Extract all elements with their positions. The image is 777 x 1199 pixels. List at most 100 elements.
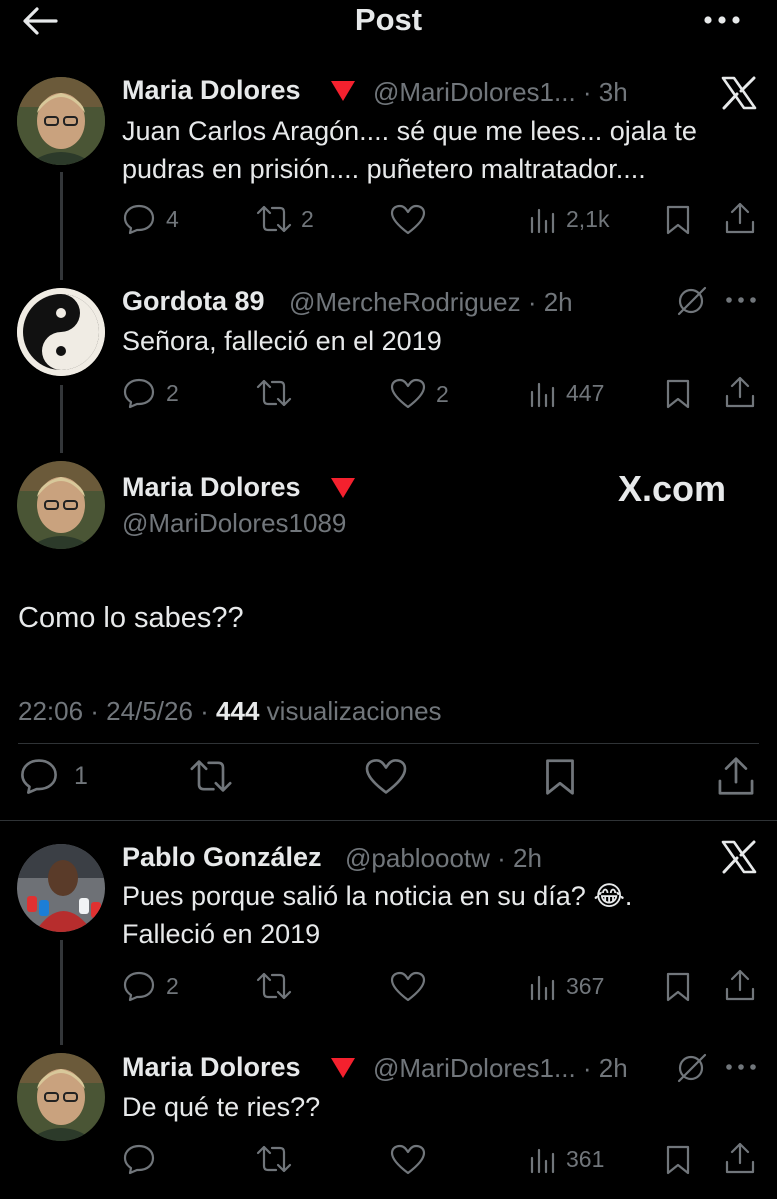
reply-count: 2 xyxy=(166,379,179,406)
share-icon xyxy=(718,757,754,795)
retweet-button[interactable] xyxy=(255,378,301,408)
bookmark-icon xyxy=(666,1145,690,1175)
bookmark-button[interactable] xyxy=(542,757,578,797)
more-horizontal-icon xyxy=(726,1064,756,1070)
like-button[interactable] xyxy=(390,1144,436,1176)
retweet-button[interactable] xyxy=(188,758,234,794)
retweet-button[interactable]: 2 xyxy=(255,204,314,234)
more-options-button[interactable] xyxy=(724,294,758,306)
watermark: X.com xyxy=(618,468,727,509)
tweet-text-line: Juan Carlos Aragón.... sé que me lees...… xyxy=(122,116,697,146)
reply-button[interactable]: 4 xyxy=(122,203,179,235)
reply-icon xyxy=(123,1144,155,1175)
thread-line xyxy=(60,172,63,280)
divider xyxy=(0,820,777,821)
views-count: 2,1k xyxy=(566,205,610,232)
views-count: 447 xyxy=(566,379,605,406)
author-handle[interactable]: @MariDolores1... · 3h xyxy=(373,77,628,108)
avatar-photo-icon xyxy=(17,77,105,165)
tweet-text-line: pudras en prisión.... puñetero maltratad… xyxy=(122,154,646,184)
views-button[interactable]: 447 xyxy=(528,378,604,408)
tweet-meta: 22:06 · 24/5/26 · 444 visualizaciones xyxy=(18,696,442,727)
reply-icon xyxy=(123,378,155,409)
avatar[interactable] xyxy=(17,288,105,376)
retweet-count: 2 xyxy=(301,205,314,232)
reply-button[interactable] xyxy=(122,1143,166,1175)
grok-icon[interactable] xyxy=(674,285,708,317)
more-horizontal-icon xyxy=(726,297,756,303)
author-name[interactable]: Gordota 89 xyxy=(122,286,265,317)
grok-icon[interactable] xyxy=(674,1052,708,1084)
bookmark-icon xyxy=(666,972,690,1002)
author-handle[interactable]: @pabloootw · 2h xyxy=(345,843,542,874)
author-name[interactable]: Maria Dolores xyxy=(122,472,301,503)
author-handle[interactable]: @MariDolores1089 xyxy=(122,508,346,539)
parody-badge-icon xyxy=(330,477,356,499)
page-title: Post xyxy=(354,2,423,37)
x-logo-icon xyxy=(721,840,757,874)
like-count: 2 xyxy=(436,380,449,407)
bookmark-button[interactable] xyxy=(664,378,692,410)
avatar[interactable] xyxy=(17,1053,105,1141)
share-icon xyxy=(725,969,755,1001)
tweet-text: Como lo sabes?? xyxy=(18,602,244,634)
views-button[interactable]: 2,1k xyxy=(528,204,609,234)
avatar-photo-icon xyxy=(17,844,105,932)
views-chart-icon xyxy=(530,975,555,1001)
share-button[interactable] xyxy=(724,375,756,409)
author-handle[interactable]: @MariDolores1... · 2h xyxy=(373,1053,628,1084)
avatar[interactable] xyxy=(17,844,105,932)
share-icon xyxy=(725,376,755,408)
views-chart-icon xyxy=(530,208,555,234)
bookmark-button[interactable] xyxy=(664,204,692,236)
reply-count: 4 xyxy=(166,205,179,232)
timestamp[interactable]: 22:06 · 24/5/26 · xyxy=(18,696,209,726)
reply-icon xyxy=(123,971,155,1002)
author-handle[interactable]: @MercheRodriguez · 2h xyxy=(289,287,573,318)
views-count: 361 xyxy=(566,1145,605,1172)
heart-icon xyxy=(390,971,426,1002)
author-name[interactable]: Maria Dolores xyxy=(122,1052,301,1083)
reply-button[interactable]: 2 xyxy=(122,377,179,409)
avatar-photo-icon xyxy=(17,461,105,549)
more-options-button[interactable] xyxy=(700,12,744,28)
more-horizontal-icon xyxy=(704,16,740,24)
bookmark-button[interactable] xyxy=(664,971,692,1003)
views-chart-icon xyxy=(530,382,555,408)
avatar[interactable] xyxy=(17,77,105,165)
share-button[interactable] xyxy=(724,1141,756,1175)
retweet-button[interactable] xyxy=(255,971,301,1001)
more-options-button[interactable] xyxy=(724,1061,758,1073)
share-icon xyxy=(725,1142,755,1174)
thread-line xyxy=(60,940,63,1045)
heart-icon xyxy=(390,1144,426,1175)
share-button[interactable] xyxy=(724,968,756,1002)
tweet-text-line: De qué te ries?? xyxy=(122,1092,321,1122)
like-button[interactable] xyxy=(390,204,436,236)
thread-line xyxy=(60,385,63,453)
tweet-text-line: Pues porque salió la noticia en su día? … xyxy=(122,881,633,911)
parody-badge-icon xyxy=(330,1057,356,1079)
author-name[interactable]: Maria Dolores xyxy=(122,75,301,106)
bookmark-button[interactable] xyxy=(664,1144,692,1176)
like-button[interactable] xyxy=(390,971,436,1003)
x-logo-icon xyxy=(721,76,757,110)
bookmark-icon xyxy=(546,759,574,795)
author-name[interactable]: Pablo González xyxy=(122,842,322,873)
views-count: 444 xyxy=(216,696,260,726)
parody-badge-icon xyxy=(330,80,356,102)
share-button[interactable] xyxy=(716,755,756,797)
share-button[interactable] xyxy=(724,201,756,235)
reply-button[interactable]: 1 xyxy=(18,757,88,795)
views-button[interactable]: 367 xyxy=(528,971,604,1001)
divider xyxy=(18,743,759,744)
like-button[interactable] xyxy=(364,758,408,796)
retweet-button[interactable] xyxy=(255,1144,301,1174)
views-button[interactable]: 361 xyxy=(528,1144,604,1174)
reply-button[interactable]: 2 xyxy=(122,970,179,1002)
retweet-icon xyxy=(256,1145,292,1173)
like-button[interactable]: 2 xyxy=(390,378,449,410)
reply-icon xyxy=(21,759,57,794)
reply-icon xyxy=(123,204,155,235)
avatar[interactable] xyxy=(17,461,105,549)
